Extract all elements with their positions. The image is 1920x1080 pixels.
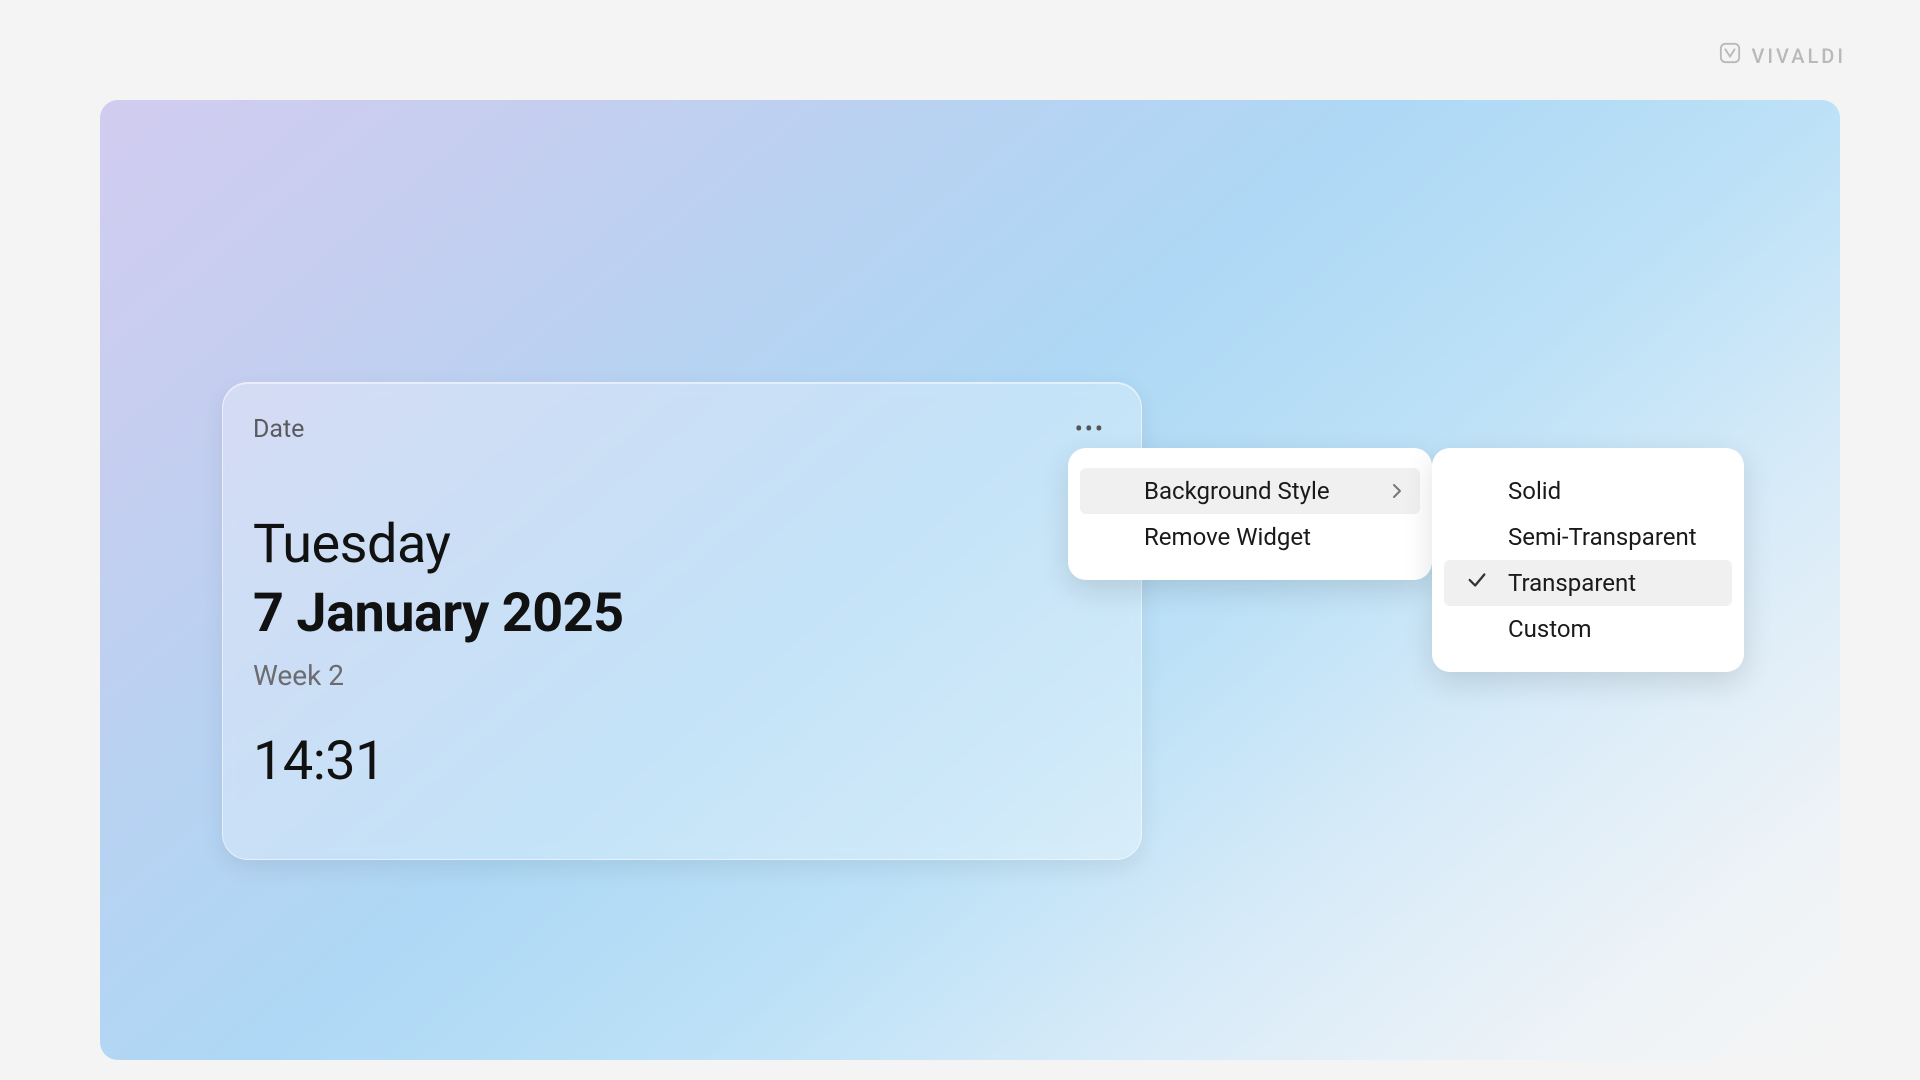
full-date: 7 January 2025 (253, 582, 1111, 645)
week-label: Week 2 (253, 659, 1111, 692)
chevron-right-icon (1390, 477, 1404, 505)
menu-item-label: Background Style (1144, 477, 1330, 505)
menu-item-background-style[interactable]: Background Style (1080, 468, 1420, 514)
background-style-submenu: Solid Semi-Transparent Transparent Custo… (1432, 448, 1744, 672)
menu-item-label: Solid (1508, 477, 1561, 505)
vivaldi-icon (1719, 42, 1741, 69)
submenu-item-custom[interactable]: Custom (1444, 606, 1732, 652)
widget-title: Date (253, 415, 304, 444)
menu-item-label: Transparent (1508, 569, 1636, 597)
widget-header: Date ••• (253, 413, 1111, 445)
menu-item-remove-widget[interactable]: Remove Widget (1080, 514, 1420, 560)
menu-item-label: Remove Widget (1144, 523, 1311, 551)
menu-item-label: Semi-Transparent (1508, 523, 1697, 551)
brand-logo: VIVALDI (1719, 42, 1846, 69)
submenu-item-transparent[interactable]: Transparent (1444, 560, 1732, 606)
ellipsis-icon: ••• (1075, 415, 1105, 443)
day-of-week: Tuesday (253, 513, 1111, 576)
widget-more-button[interactable]: ••• (1069, 413, 1111, 445)
menu-item-label: Custom (1508, 615, 1592, 643)
context-menu: Background Style Remove Widget (1068, 448, 1432, 580)
date-widget-card[interactable]: Date ••• Tuesday 7 January 2025 Week 2 1… (222, 382, 1142, 860)
check-icon (1466, 569, 1488, 597)
submenu-item-semi-transparent[interactable]: Semi-Transparent (1444, 514, 1732, 560)
time-value: 14:31 (253, 730, 1111, 793)
submenu-item-solid[interactable]: Solid (1444, 468, 1732, 514)
brand-name: VIVALDI (1751, 44, 1846, 68)
